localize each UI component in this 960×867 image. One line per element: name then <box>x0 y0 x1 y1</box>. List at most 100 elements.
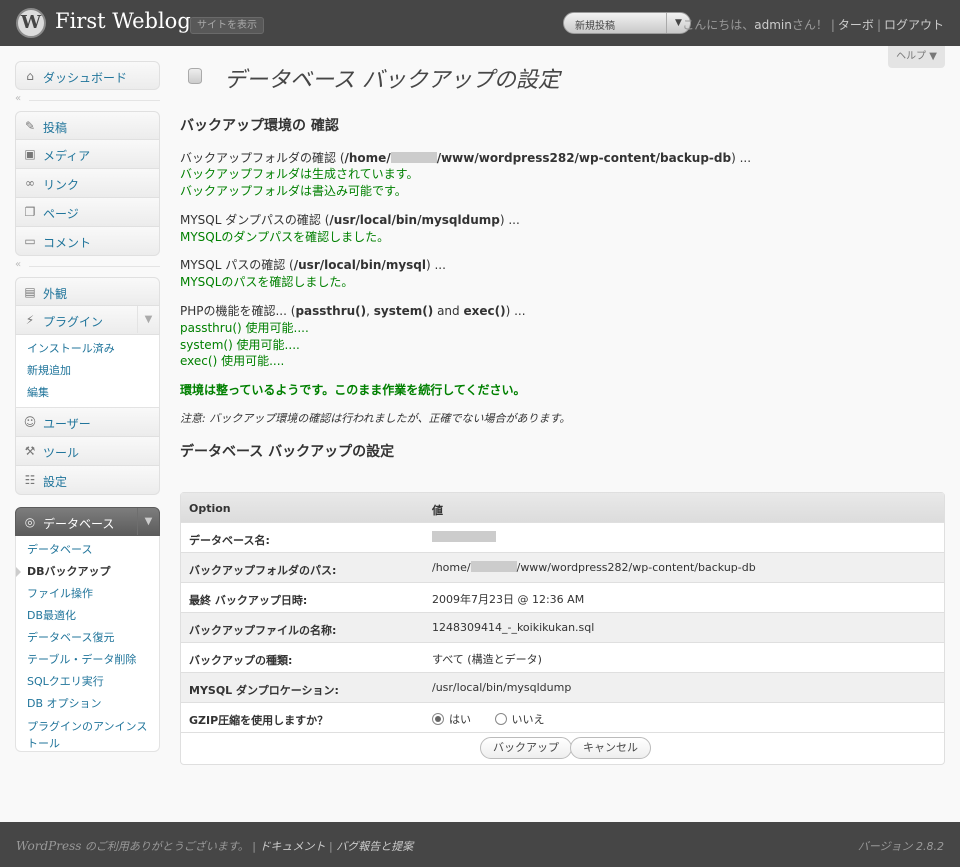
menu-separator[interactable]: « <box>15 256 160 277</box>
media-icon: ▣ <box>24 147 36 161</box>
redacted-block <box>432 531 496 542</box>
users-icon: ☺ <box>23 415 37 429</box>
appearance-icon: ▤ <box>24 285 36 299</box>
sidebar-item-label: ユーザー <box>43 417 91 431</box>
env-ready-msg: 環境は整っているようです。このまま作業を続行してください。 <box>180 383 526 397</box>
row-label: バックアップフォルダのパス: <box>189 564 337 577</box>
sidebar-item-plugins[interactable]: ⚡ プラグイン ▼ <box>15 306 160 335</box>
logout-link[interactable]: ログアウト <box>884 18 944 32</box>
sidebar-item-media[interactable]: ▣ メディア <box>15 140 160 169</box>
submenu-item-db-backup[interactable]: DBバックアップ <box>16 561 159 583</box>
separator: | <box>252 840 260 853</box>
submenu-item-editor[interactable]: 編集 <box>16 382 159 404</box>
dashboard-icon: ⌂ <box>26 69 34 83</box>
passthru-ok-msg: passthru() 使用可能.... <box>180 321 309 335</box>
database-name-value <box>432 531 496 544</box>
collapse-arrows-icon[interactable]: « <box>15 259 21 270</box>
check-label: MYSQL パスの確認 ( <box>180 258 294 272</box>
sidebar-item-pages[interactable]: ❐ ページ <box>15 198 160 227</box>
sidebar-item-users[interactable]: ☺ ユーザー <box>15 408 160 437</box>
submenu-item-file-ops[interactable]: ファイル操作 <box>16 583 159 605</box>
feedback-link[interactable]: バグ報告と提案 <box>336 840 413 853</box>
documentation-link[interactable]: ドキュメント <box>260 840 326 853</box>
divider <box>29 100 160 101</box>
submenu-item-uninstall[interactable]: プラグインのアンインストール <box>16 715 159 750</box>
backup-folder-created-msg: バックアップフォルダは生成されています。 <box>180 167 419 181</box>
mysql-path: /usr/local/bin/mysql <box>293 258 426 272</box>
help-tab[interactable]: ヘルプ ▼ <box>888 46 945 68</box>
admin-sidebar: ⌂ ダッシュボード « ✎ 投稿 ▣ メディア ∞ リンク ❐ ページ ▭ コメ… <box>15 61 160 752</box>
sidebar-item-appearance[interactable]: ▤ 外観 <box>15 277 160 306</box>
radio-label[interactable]: はい <box>449 713 471 726</box>
username-link[interactable]: admin <box>754 18 792 32</box>
settings-heading: データベース バックアップの設定 <box>180 444 395 460</box>
admin-footer: WordPress のご利用ありがとうございます。 | ドキュメント | バグ報… <box>0 822 960 867</box>
row-label: データベース名: <box>189 534 270 547</box>
path-part: /www/wordpress282/wp-content/backup-db <box>436 151 732 165</box>
plugins-submenu: インストール済み 新規追加 編集 <box>15 335 160 408</box>
sidebar-item-posts[interactable]: ✎ 投稿 <box>15 111 160 140</box>
sidebar-item-label: プラグイン <box>43 315 104 329</box>
table-row: バックアップファイルの名称: 1248309414_-_koikikukan.s… <box>181 613 944 643</box>
submenu-item-db-optimize[interactable]: DB最適化 <box>16 605 159 627</box>
menu-separator[interactable]: « <box>15 90 160 111</box>
path-part: /home/ <box>344 151 391 165</box>
turbo-link[interactable]: ターボ <box>838 18 874 32</box>
sidebar-item-comments[interactable]: ▭ コメント <box>15 227 160 256</box>
check-suffix: ) ... <box>499 213 520 227</box>
php-check: PHPの機能を確認... (passthru(), system() and e… <box>180 302 526 319</box>
favorite-action-label[interactable]: 新規投稿 <box>575 17 615 32</box>
check-label: PHPの機能を確認... ( <box>180 304 296 318</box>
pin-icon: ✎ <box>24 119 36 133</box>
radio-label[interactable]: いいえ <box>512 713 545 726</box>
table-row: バックアップフォルダのパス: /home/ /www/wordpress282/w… <box>181 553 944 583</box>
settings-icon: ☷ <box>24 473 36 487</box>
comment-icon: ▭ <box>24 234 36 248</box>
wordpress-link[interactable]: WordPress <box>16 839 81 853</box>
submenu-item-database[interactable]: データベース <box>16 539 159 561</box>
env-check-heading: バックアップ環境の 確認 <box>180 118 339 134</box>
sidebar-item-links[interactable]: ∞ リンク <box>15 169 160 198</box>
submenu-item-sql-query[interactable]: SQLクエリ実行 <box>16 671 159 693</box>
note-text: 注意: バックアップ環境の確認は行われましたが、正確でない場合があります。 <box>180 410 570 426</box>
path-part: /www/wordpress282/wp-content/backup-db <box>516 561 756 574</box>
divider <box>29 266 160 267</box>
sidebar-item-dashboard[interactable]: ⌂ ダッシュボード <box>15 61 160 90</box>
sidebar-item-label: コメント <box>43 236 92 250</box>
gzip-no-option[interactable]: いいえ <box>494 711 545 727</box>
mysqldump-location-value: /usr/local/bin/mysqldump <box>432 681 572 694</box>
gzip-no-radio[interactable] <box>494 713 507 725</box>
sidebar-item-settings[interactable]: ☷ 設定 <box>15 466 160 495</box>
version-info: バージョン 2.8.2 <box>857 840 944 853</box>
submenu-toggle-icon[interactable]: ▼ <box>137 508 159 535</box>
backup-button[interactable]: バックアップ <box>480 737 572 759</box>
sidebar-item-label: 外観 <box>43 287 68 301</box>
collapse-arrows-icon[interactable]: « <box>15 93 21 104</box>
table-row: 最終 バックアップ日時: 2009年7月23日 @ 12:36 AM <box>181 583 944 613</box>
last-backup-date-value: 2009年7月23日 @ 12:36 AM <box>432 593 585 606</box>
favorite-actions-dropdown[interactable]: 新規投稿 ▼ <box>563 12 691 34</box>
sidebar-item-label: リンク <box>43 178 80 192</box>
row-label: MYSQL ダンプロケーション: <box>189 684 339 697</box>
submenu-item-db-options[interactable]: DB オプション <box>16 693 159 715</box>
submenu-item-add-new[interactable]: 新規追加 <box>16 360 159 382</box>
sidebar-item-label: 投稿 <box>43 121 68 135</box>
submenu-toggle-icon[interactable]: ▼ <box>137 306 159 333</box>
sidebar-item-tools[interactable]: ⚒ ツール <box>15 437 160 466</box>
system-ok-msg: system() 使用可能.... <box>180 338 300 352</box>
submenu-item-db-restore[interactable]: データベース復元 <box>16 627 159 649</box>
submenu-item-table-delete[interactable]: テーブル・データ削除 <box>16 649 159 671</box>
gzip-yes-option[interactable]: はい <box>432 711 471 727</box>
cancel-button[interactable]: キャンセル <box>570 737 651 759</box>
footer-thanks: のご利用ありがとうございます。 <box>84 840 249 853</box>
gzip-yes-radio[interactable] <box>432 713 444 725</box>
sidebar-item-database[interactable]: ◎ データベース ▼ <box>15 507 160 536</box>
tools-icon: ⚒ <box>24 444 36 458</box>
sidebar-item-label: ダッシュボード <box>43 71 128 85</box>
column-header-option: Option <box>189 502 231 515</box>
view-site-button[interactable]: サイトを表示 <box>190 17 264 34</box>
php-function: system() <box>373 304 434 318</box>
submenu-item-installed[interactable]: インストール済み <box>16 338 159 360</box>
footer-credits: WordPress のご利用ありがとうございます。 | ドキュメント | バグ報… <box>16 838 413 854</box>
mysqldump-path: /usr/local/bin/mysqldump <box>329 213 500 227</box>
